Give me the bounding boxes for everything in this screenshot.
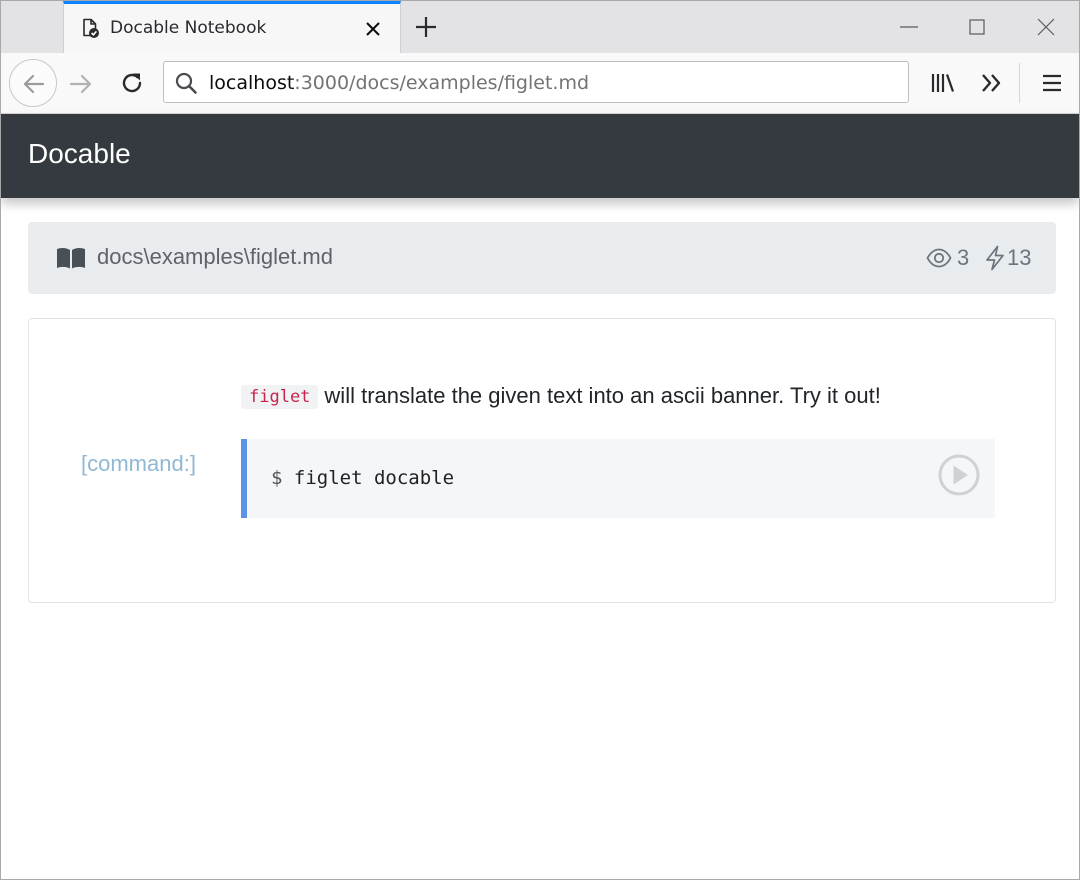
play-circle-icon[interactable] (937, 453, 981, 497)
library-icon[interactable] (929, 69, 957, 97)
views-count: 3 (957, 245, 970, 270)
paragraph-text: will translate the given text into an as… (324, 383, 881, 408)
chevrons-right-icon[interactable] (978, 69, 1006, 97)
tab-strip: Docable Notebook (1, 1, 1079, 54)
url-text: localhost:3000/docs/examples/figlet.md (209, 72, 589, 94)
description-paragraph: figlet will translate the given text into… (241, 383, 881, 410)
close-icon[interactable] (364, 20, 382, 38)
tab-title: Docable Notebook (110, 18, 267, 38)
brand-link[interactable]: Docable (28, 138, 131, 170)
back-arrow-icon (23, 74, 45, 94)
hamburger-menu-icon[interactable] (1038, 69, 1066, 97)
lightning-icon (986, 245, 1004, 271)
inline-code: figlet (241, 385, 319, 409)
back-button[interactable] (9, 59, 57, 107)
minimize-icon[interactable] (897, 15, 921, 39)
open-book-icon (57, 247, 85, 269)
new-tab-plus-icon[interactable] (413, 14, 439, 40)
url-path: :3000/docs/examples/figlet.md (294, 72, 590, 94)
command-prompt: $ (271, 467, 283, 489)
navigation-toolbar: localhost:3000/docs/examples/figlet.md (1, 53, 1079, 114)
forward-arrow-icon[interactable] (67, 70, 95, 98)
maximize-icon[interactable] (965, 15, 989, 39)
command-value: figlet docable (293, 467, 455, 489)
toolbar-separator (1019, 63, 1020, 103)
command-cell: $ figlet docable (241, 439, 995, 518)
app-navbar: Docable (1, 114, 1079, 198)
browser-window: Docable Notebook localhost:3000/docs/exa… (0, 0, 1080, 880)
address-bar[interactable]: localhost:3000/docs/examples/figlet.md (163, 61, 909, 103)
runs-count: 13 (1007, 245, 1032, 270)
reload-icon[interactable] (118, 69, 146, 97)
tab-docable-notebook[interactable]: Docable Notebook (63, 1, 401, 53)
command-text: $ figlet docable (271, 467, 454, 489)
search-icon (175, 72, 197, 94)
notebook-card: figlet will translate the given text into… (28, 318, 1056, 603)
file-breadcrumb: docs\examples\figlet.md 3 13 (28, 222, 1056, 294)
url-host: localhost (209, 72, 295, 94)
window-close-icon[interactable] (1034, 15, 1058, 39)
eye-icon (926, 248, 952, 268)
page-check-icon (83, 18, 99, 38)
file-path: docs\examples\figlet.md (97, 244, 333, 269)
cell-type-label: [command:] (81, 451, 196, 476)
